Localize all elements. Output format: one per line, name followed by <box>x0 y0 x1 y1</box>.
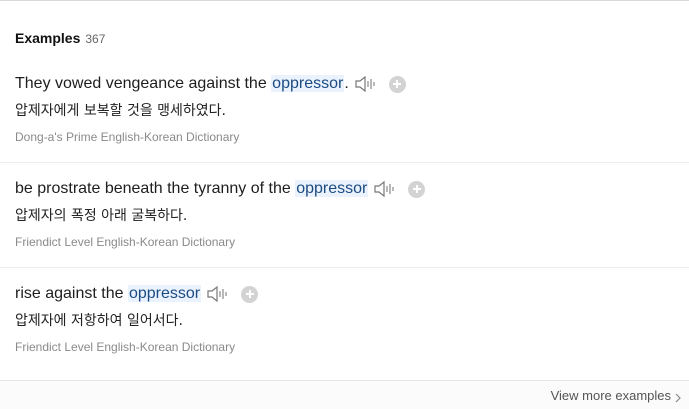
example-translation: 압제자의 폭정 아래 굴복하다. <box>15 208 188 224</box>
highlighted-term[interactable]: oppressor <box>271 75 345 92</box>
sentence-text: They vowed vengeance against the <box>15 75 272 92</box>
add-to-wordbook-icon[interactable] <box>241 285 259 303</box>
example-item: be prostrate beneath the tyranny of the … <box>0 163 689 268</box>
view-more-label: View more examples <box>550 388 671 403</box>
examples-title: Examples <box>15 30 81 46</box>
speaker-icon[interactable] <box>207 285 231 303</box>
speaker-icon[interactable] <box>374 180 398 198</box>
examples-footer: View more examples <box>0 381 689 409</box>
examples-count: 367 <box>85 32 106 46</box>
sentence-text-end: . <box>344 75 349 92</box>
example-item: rise against the oppressor 압제자에 저항하여 일어서… <box>0 268 689 372</box>
add-to-wordbook-icon[interactable] <box>388 75 406 93</box>
examples-header: Examples 367 <box>15 30 105 46</box>
view-more-examples-link[interactable]: View more examples <box>551 388 681 403</box>
example-sentence: rise against the oppressor <box>15 285 202 303</box>
chevron-right-icon <box>675 391 681 402</box>
example-sentence-line: They vowed vengeance against the oppress… <box>15 72 689 96</box>
examples-list: They vowed vengeance against the oppress… <box>0 58 689 372</box>
highlighted-term[interactable]: oppressor <box>295 180 369 197</box>
add-to-wordbook-icon[interactable] <box>408 180 426 198</box>
example-source[interactable]: Friendict Level English-Korean Dictionar… <box>15 340 689 354</box>
example-sentence-line: rise against the oppressor <box>15 282 689 306</box>
sentence-text: be prostrate beneath the tyranny of the <box>15 180 296 197</box>
example-sentence-line: be prostrate beneath the tyranny of the … <box>15 177 689 201</box>
example-item: They vowed vengeance against the oppress… <box>0 58 689 163</box>
example-source[interactable]: Friendict Level English-Korean Dictionar… <box>15 235 689 249</box>
speaker-icon[interactable] <box>355 75 379 93</box>
example-sentence: be prostrate beneath the tyranny of the … <box>15 180 369 198</box>
example-translation: 압제자에 저항하여 일어서다. <box>15 313 183 329</box>
example-translation: 압제자에게 보복할 것을 맹세하였다. <box>15 103 226 119</box>
sentence-text: rise against the <box>15 285 128 302</box>
example-sentence: They vowed vengeance against the oppress… <box>15 75 349 93</box>
top-divider <box>0 0 689 1</box>
example-source[interactable]: Dong-a's Prime English-Korean Dictionary <box>15 130 689 144</box>
highlighted-term[interactable]: oppressor <box>127 285 202 302</box>
